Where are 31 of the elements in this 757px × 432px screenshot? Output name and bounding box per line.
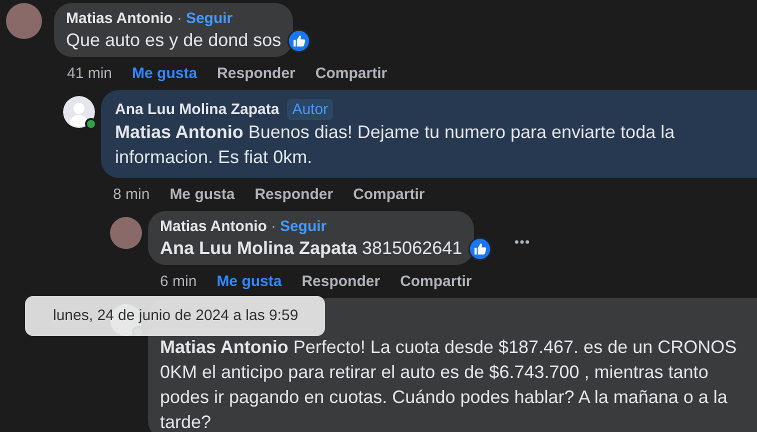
comment-action-link[interactable]: Me gusta xyxy=(132,65,198,82)
more-options-icon[interactable] xyxy=(514,239,530,245)
comment-time[interactable]: 6 min xyxy=(160,273,197,290)
avatar-photo-placeholder[interactable] xyxy=(110,217,142,249)
author-name[interactable]: Ana Luu Molina Zapata xyxy=(115,100,280,119)
like-reaction-icon[interactable] xyxy=(468,237,492,261)
separator-dot: · xyxy=(270,217,276,236)
like-reaction-icon[interactable] xyxy=(287,29,312,53)
comment-action-link[interactable]: Me gusta xyxy=(170,186,235,203)
comment-time[interactable]: 8 min xyxy=(113,186,150,203)
author-name[interactable]: Matias Antonio xyxy=(160,217,267,236)
comment-action-link[interactable]: Compartir xyxy=(353,186,425,203)
comment-action-link[interactable]: Responder xyxy=(217,65,296,82)
comment-text: Ana Luu Molina Zapata 3815062641 xyxy=(160,237,462,260)
comment-time[interactable]: 41 min xyxy=(67,65,112,82)
comment-action-link[interactable]: Responder xyxy=(254,186,334,203)
comment-action-link[interactable]: Responder xyxy=(302,273,380,290)
author-badge: Autor xyxy=(287,99,334,120)
comment-text: Matias Antonio Perfecto! La cuota desde $187.467. es de un CRONOS 0KM el anticipo para retirar el auto es de $6.743.700 , mientras tanto podes ir pagando en cuotas. Cuándo podes hablar? A la mañana o a la tarde? xyxy=(160,336,738,432)
author-name[interactable]: Matias Antonio xyxy=(66,9,173,28)
separator-dot: · xyxy=(176,9,182,28)
follow-link[interactable]: Seguir xyxy=(186,9,233,28)
comment-text: Matias Antonio Buenos dias! Dejame tu numero para enviarte toda la informacion. Es fiat 0km. xyxy=(115,121,676,169)
date-tooltip: lunes, 24 de junio de 2024 a las 9:59 xyxy=(25,296,325,336)
avatar-photo-placeholder[interactable] xyxy=(6,3,42,39)
comment-text: Que auto es y de dond sos xyxy=(66,29,282,52)
default-avatar-icon[interactable] xyxy=(63,96,95,128)
comment-action-link[interactable]: Compartir xyxy=(315,65,388,82)
comment-action-link[interactable]: Me gusta xyxy=(216,273,282,290)
comment-action-link[interactable]: Compartir xyxy=(400,273,472,290)
follow-link[interactable]: Seguir xyxy=(280,217,327,236)
